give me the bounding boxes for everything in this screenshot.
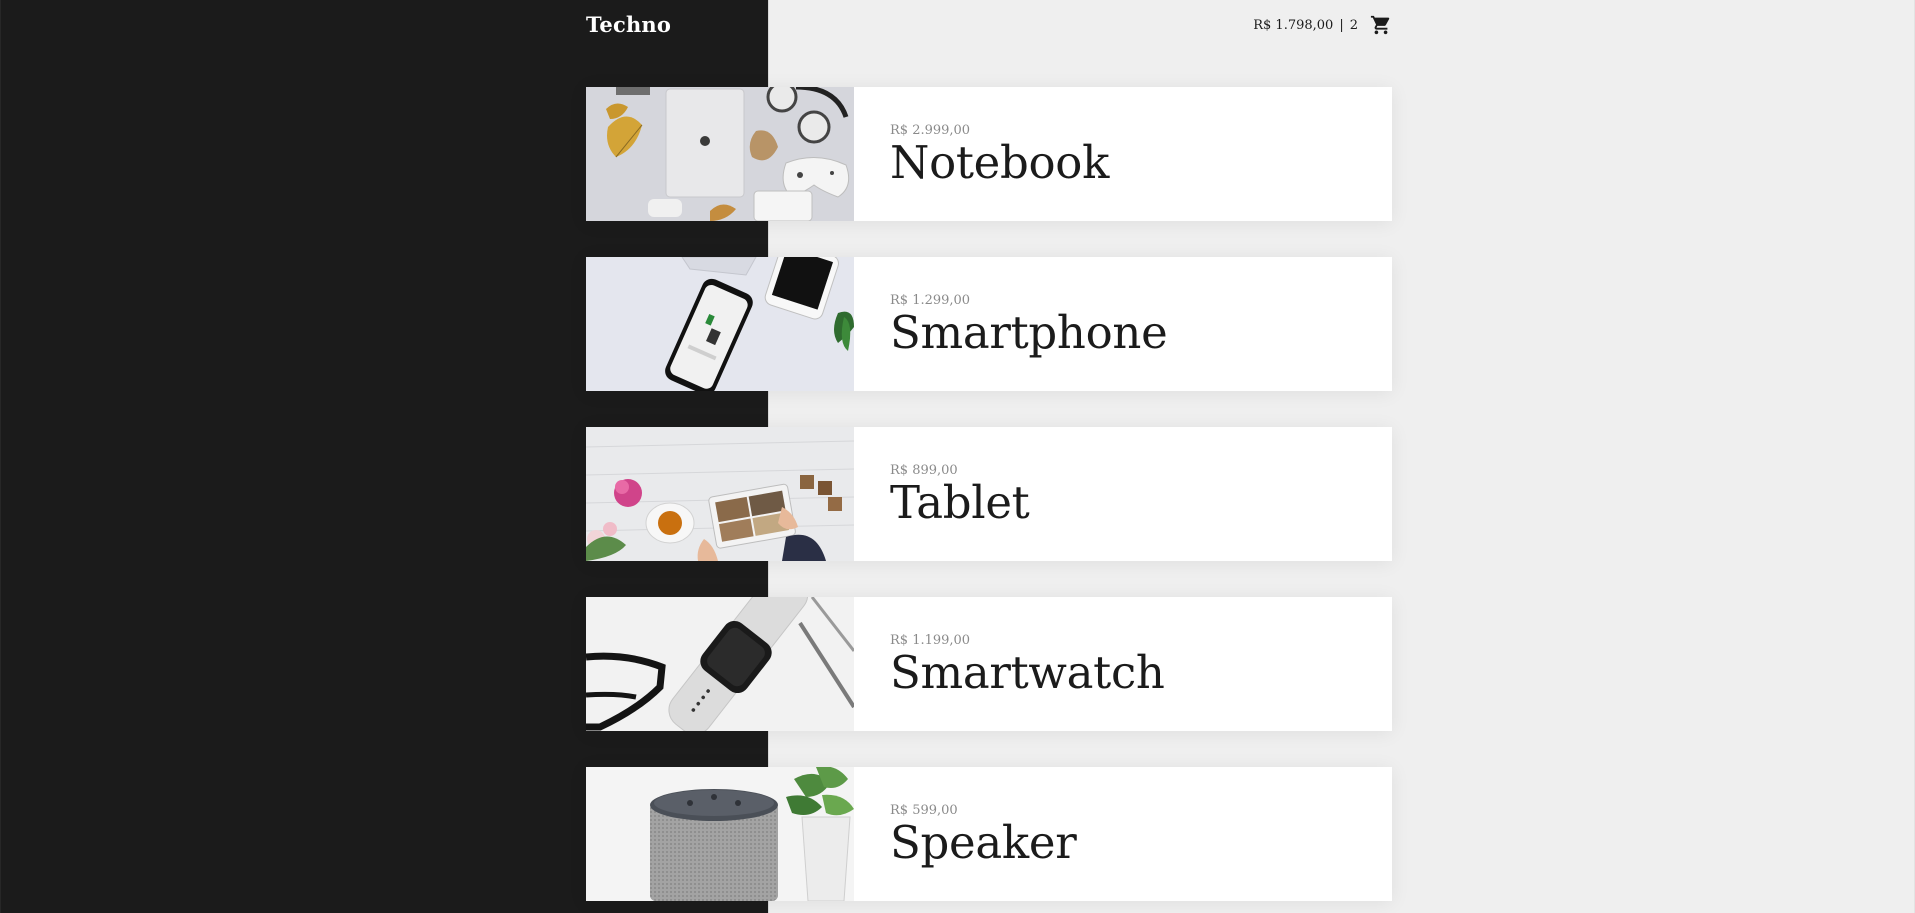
product-list: R$ 2.999,00 Notebook R$ 1.299,00 Smartph…	[586, 87, 1392, 913]
cart-count: 2	[1349, 17, 1358, 33]
smartphone-photo	[586, 257, 854, 391]
product-card-smartphone[interactable]: R$ 1.299,00 Smartphone	[586, 257, 1392, 391]
site-header: Techno R$ 1.798,00 | 2	[586, 0, 1392, 52]
smartwatch-photo	[586, 597, 854, 731]
site-logo[interactable]: Techno	[586, 12, 671, 37]
product-card-notebook[interactable]: R$ 2.999,00 Notebook	[586, 87, 1392, 221]
speaker-photo	[586, 767, 854, 901]
notebook-photo	[586, 87, 854, 221]
cart-summary[interactable]: R$ 1.798,00 | 2	[1253, 14, 1392, 36]
product-name[interactable]: Smartphone	[890, 310, 1168, 355]
product-name[interactable]: Smartwatch	[890, 650, 1165, 695]
product-card-speaker[interactable]: R$ 599,00 Speaker	[586, 767, 1392, 901]
product-name[interactable]: Tablet	[890, 480, 1030, 525]
cart-separator: |	[1339, 17, 1344, 33]
product-card-smartwatch[interactable]: R$ 1.199,00 Smartwatch	[586, 597, 1392, 731]
cart-icon[interactable]	[1370, 14, 1392, 36]
product-name[interactable]: Notebook	[890, 140, 1109, 185]
product-name[interactable]: Speaker	[890, 820, 1077, 865]
product-card-tablet[interactable]: R$ 899,00 Tablet	[586, 427, 1392, 561]
cart-total: R$ 1.798,00	[1253, 17, 1334, 33]
tablet-photo	[586, 427, 854, 561]
